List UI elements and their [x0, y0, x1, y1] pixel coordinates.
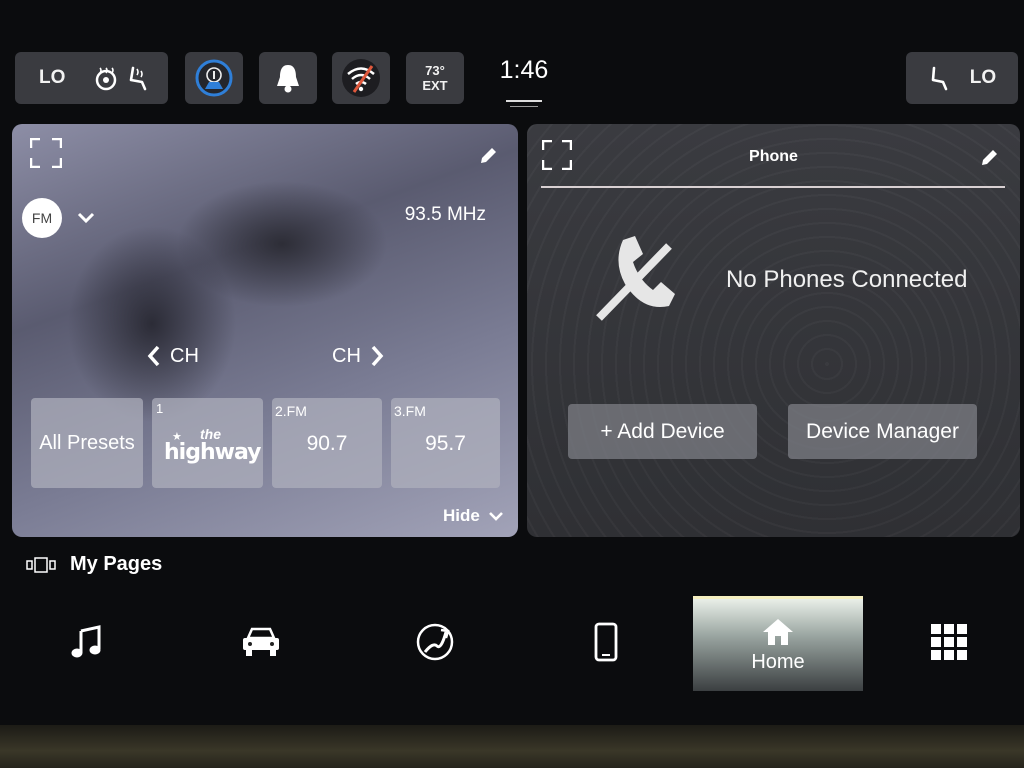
driver-assist-icon — [195, 59, 233, 97]
wifi-button[interactable] — [332, 52, 390, 104]
nav-apps-button[interactable] — [906, 596, 992, 688]
my-pages-label: My Pages — [70, 553, 163, 575]
chevron-left-icon — [147, 345, 160, 367]
hide-label: Hide — [443, 506, 480, 525]
all-presets-label: All Presets — [39, 431, 135, 454]
notifications-button[interactable] — [259, 52, 317, 104]
preset-3-button[interactable]: 3.FM 95.7 — [391, 398, 500, 488]
left-climate-level: LO — [39, 67, 66, 88]
apps-grid-icon — [931, 624, 967, 660]
right-climate-control[interactable]: LO — [906, 52, 1018, 104]
nav-media-button[interactable] — [45, 596, 129, 688]
heated-steering-wheel-icon — [96, 67, 117, 91]
my-pages-button[interactable]: My Pages — [26, 553, 162, 576]
hide-presets-button[interactable]: Hide — [443, 506, 504, 526]
band-badge: FM — [22, 198, 62, 238]
wifi-off-icon — [342, 59, 380, 97]
heated-seat-right-icon — [931, 66, 948, 91]
no-phones-status: No Phones Connected — [726, 266, 968, 293]
edit-pencil-icon[interactable] — [979, 148, 999, 168]
pages-icon — [26, 556, 56, 573]
outside-temp-label: EXT — [422, 78, 448, 93]
right-climate-level: LO — [969, 67, 997, 88]
nav-vehicle-button[interactable] — [218, 596, 304, 688]
device-manager-button[interactable]: Device Manager — [788, 404, 977, 459]
phone-panel: Phone No Phones Connected + Add Device D… — [527, 124, 1020, 537]
add-device-label: + Add Device — [600, 419, 725, 443]
channel-next-button[interactable]: CH — [332, 344, 385, 368]
chevron-down-icon — [77, 212, 95, 224]
outside-temp-value: 73° — [425, 63, 445, 78]
channel-prev-label: CH — [170, 344, 199, 367]
preset-1-number: 1 — [156, 401, 164, 416]
nav-phone-button[interactable] — [563, 596, 649, 688]
clock-handle-bar-lower — [510, 106, 538, 107]
nav-home-button[interactable]: Home — [693, 596, 863, 691]
add-device-button[interactable]: + Add Device — [568, 404, 757, 459]
all-presets-button[interactable]: All Presets — [31, 398, 143, 488]
bell-icon — [277, 65, 299, 93]
radio-panel: FM 93.5 MHz CH CH All Presets 1 ★ the hi… — [12, 124, 518, 537]
infotainment-screen: LO 73° EXT 1:46 LO FM 93.5 MHz CH CH All… — [0, 0, 1024, 725]
expand-icon[interactable] — [30, 138, 62, 168]
preset-3-number: 3.FM — [394, 403, 426, 419]
band-selector[interactable]: FM — [22, 198, 96, 238]
channel-prev-button[interactable]: CH — [146, 344, 199, 368]
frequency-display: 93.5 MHz — [404, 204, 486, 225]
preset-2-frequency: 90.7 — [306, 432, 348, 455]
clock-handle-bar[interactable] — [506, 100, 542, 102]
navigation-icon — [416, 623, 454, 661]
phone-panel-title: Phone — [749, 148, 798, 165]
music-note-icon — [71, 625, 101, 658]
edit-pencil-icon[interactable] — [478, 146, 498, 166]
phone-disconnected-icon — [596, 236, 675, 321]
preset-2-number: 2.FM — [275, 403, 307, 419]
preset-2-button[interactable]: 2.FM 90.7 — [272, 398, 382, 488]
band-label: FM — [31, 210, 53, 226]
home-label: Home — [751, 650, 805, 673]
left-climate-control[interactable]: LO — [15, 52, 168, 104]
car-icon — [243, 627, 279, 656]
home-icon — [763, 618, 793, 645]
channel-next-label: CH — [332, 344, 361, 367]
preset-1-button[interactable]: 1 ★ the highway — [152, 398, 263, 488]
phone-title-divider — [541, 186, 1005, 188]
preset-3-frequency: 95.7 — [425, 432, 466, 455]
driver-assist-button[interactable] — [185, 52, 243, 104]
smartphone-icon — [594, 622, 618, 662]
outside-temperature: 73° EXT — [406, 52, 464, 104]
preset-1-logo-bottom: highway — [164, 440, 261, 465]
device-manager-label: Device Manager — [806, 419, 959, 443]
chevron-right-icon — [371, 345, 384, 367]
clock: 1:46 — [499, 56, 549, 84]
display-bezel — [0, 725, 1024, 768]
heated-seat-icon — [130, 66, 147, 91]
chevron-down-small-icon — [488, 512, 503, 521]
nav-navigation-button[interactable] — [392, 596, 478, 688]
